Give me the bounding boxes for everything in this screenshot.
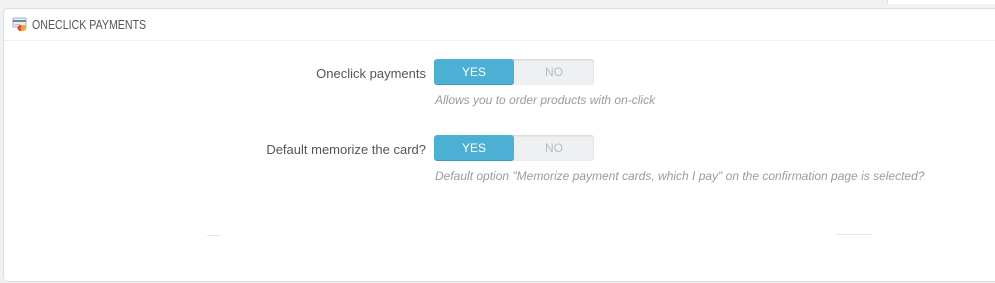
payment-cards-icon [12, 17, 27, 31]
oneclick-payments-help: Allows you to order products with on-cli… [435, 93, 656, 107]
oneclick-payments-label: Oneclick payments [316, 66, 426, 81]
oneclick-payments-no-option[interactable]: NO [514, 59, 594, 85]
default-memorize-card-yes-option[interactable]: YES [434, 135, 514, 161]
panel-title: ONECLICK PAYMENTS [32, 18, 147, 32]
default-memorize-card-help: Default option "Memorize payment cards, … [435, 169, 925, 183]
header-tab-edge [887, 0, 995, 4]
default-memorize-card-no-option[interactable]: NO [514, 135, 594, 161]
panel-heading: ONECLICK PAYMENTS [4, 9, 995, 41]
divider-fragment [836, 234, 872, 235]
default-memorize-card-switch[interactable]: YES NO [434, 135, 594, 161]
oneclick-payments-panel: ONECLICK PAYMENTS Oneclick payments YES … [3, 8, 995, 282]
default-memorize-card-label: Default memorize the card? [266, 142, 426, 157]
oneclick-payments-switch[interactable]: YES NO [434, 59, 594, 85]
top-strip [0, 0, 995, 6]
divider-fragment [207, 235, 221, 236]
oneclick-payments-yes-option[interactable]: YES [434, 59, 514, 85]
